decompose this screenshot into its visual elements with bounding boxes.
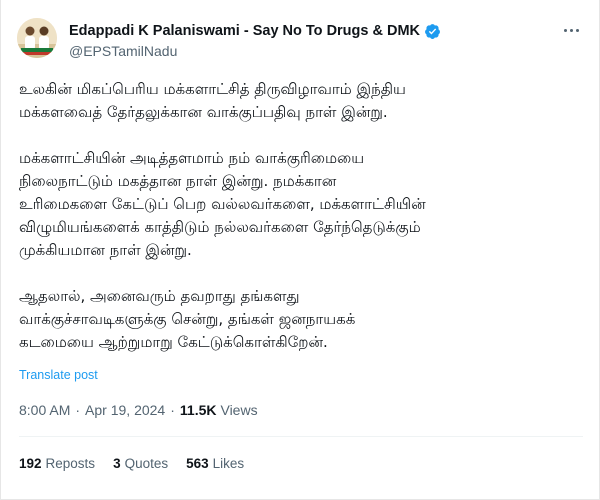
- likes-label: Likes: [212, 456, 245, 471]
- reposts-count: 192: [19, 456, 42, 471]
- tweet-paragraph-3: ஆதலால், அனைவரும் தவறாது தங்களது வாக்குச்…: [19, 285, 585, 354]
- views-label: Views: [220, 402, 258, 418]
- author-handle[interactable]: @EPSTamilNadu: [69, 43, 177, 59]
- tweet-date[interactable]: Apr 19, 2024: [85, 402, 165, 418]
- tweet-time[interactable]: 8:00 AM: [19, 402, 70, 418]
- likes-count: 563: [186, 456, 209, 471]
- avatar-image: [17, 18, 57, 58]
- name-row: Edappadi K Palaniswami - Say No To Drugs…: [69, 21, 441, 41]
- likes-stat[interactable]: 563 Likes: [186, 456, 244, 471]
- views-count: 11.5K: [179, 402, 217, 418]
- tweet-paragraph-2: மக்களாட்சியின் அடித்தளமாம் நம் வாக்குரிம…: [19, 147, 585, 262]
- divider: [19, 436, 583, 437]
- tweet-line: முக்கியமான நாள் இன்று.: [19, 241, 192, 259]
- quotes-count: 3: [113, 456, 121, 471]
- engagement-stats: 192 Reposts 3 Quotes 563 Likes: [19, 456, 262, 471]
- tweet-text: உலகின் மிகப்பெரிய மக்களாட்சித் திருவிழாவ…: [19, 78, 585, 354]
- avatar[interactable]: [17, 18, 57, 58]
- more-options-icon[interactable]: [557, 18, 585, 42]
- tweet-line: வாக்குச்சாவடிகளுக்கு சென்று, தங்கள் ஜனநா…: [19, 310, 356, 328]
- tweet-line: விழுமியங்களைக் காத்திடும் நல்லவர்களை தேர…: [19, 218, 421, 236]
- reposts-stat[interactable]: 192 Reposts: [19, 456, 95, 471]
- tweet-line: மக்களாட்சியின் அடித்தளமாம் நம் வாக்குரிம…: [19, 149, 365, 167]
- tweet-line: ஆதலால், அனைவரும் தவறாது தங்களது: [19, 287, 300, 305]
- quotes-label: Quotes: [124, 456, 169, 471]
- meta-separator: ·: [75, 402, 81, 418]
- tweet-meta: 8:00 AM · Apr 19, 2024 · 11.5K Views: [19, 402, 258, 418]
- quotes-stat[interactable]: 3 Quotes: [113, 456, 168, 471]
- tweet-line: மக்களவைத் தேர்தலுக்கான வாக்குப்பதிவு நாள…: [19, 103, 388, 121]
- tweet-card: Edappadi K Palaniswami - Say No To Drugs…: [0, 0, 600, 500]
- display-name[interactable]: Edappadi K Palaniswami - Say No To Drugs…: [69, 23, 420, 39]
- tweet-line: நிலைநாட்டும் மகத்தான நாள் இன்று. நமக்கான: [19, 172, 337, 190]
- tweet-line: உரிமைகளை கேட்டுப் பெற வல்லவர்களை, மக்களா…: [19, 195, 426, 213]
- verified-badge-icon: [425, 23, 440, 39]
- tweet-line: உலகின் மிகப்பெரிய மக்களாட்சித் திருவிழாவ…: [19, 80, 406, 98]
- reposts-label: Reposts: [45, 456, 96, 471]
- meta-separator: ·: [170, 402, 175, 418]
- translate-post-link[interactable]: Translate post: [19, 368, 98, 382]
- tweet-line: கடமையை ஆற்றுமாறு கேட்டுக்கொள்கிறேன்.: [19, 333, 328, 351]
- tweet-paragraph-1: உலகின் மிகப்பெரிய மக்களாட்சித் திருவிழாவ…: [19, 78, 585, 124]
- tweet-header: Edappadi K Palaniswami - Say No To Drugs…: [17, 16, 585, 64]
